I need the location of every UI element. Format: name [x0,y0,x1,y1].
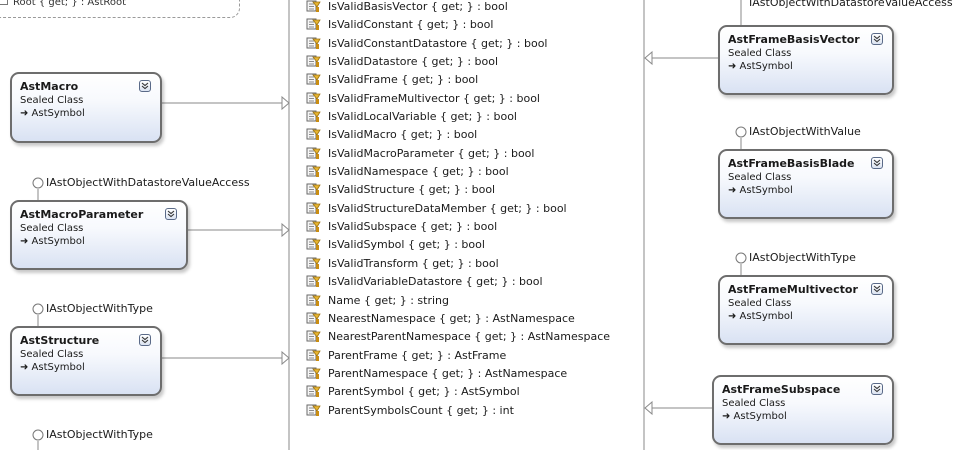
property-icon [306,404,322,424]
cut-off-member-box: Root { get; } : AstRoot [0,0,240,18]
interface-name: IAstObjectWithValue [749,125,861,138]
collapse-toggle-icon[interactable] [871,283,883,295]
member-text: ParentSymbolsCount { get; } : int [328,403,514,417]
member-row[interactable]: IsValidVariableDatastore { get; } : bool [306,273,636,291]
member-text: IsValidFrame { get; } : bool [328,73,479,87]
class-base: ➜ AstSymbol [20,236,85,247]
member-text: IsValidMacro { get; } : bool [328,128,478,142]
collapse-toggle-icon[interactable] [165,208,177,220]
member-text: IsValidLocalVariable { get; } : bool [328,110,517,124]
collapse-toggle-icon[interactable] [871,157,883,169]
member-text: IsValidStructure { get; } : bool [328,183,496,197]
member-text: IsValidFrameMultivector { get; } : bool [328,91,540,105]
member-row[interactable]: ParentSymbol { get; } : AstSymbol [306,383,636,401]
interface-name: IAstObjectWithType [46,302,153,315]
class-ast-frame-basis-vector[interactable]: AstFrameBasisVector Sealed Class ➜ AstSy… [718,25,894,95]
member-list: IsValidBasisVector { get; } : bool IsVali… [306,0,636,420]
member-row[interactable]: IsValidBasisVector { get; } : bool [306,0,636,16]
class-ast-frame-subspace[interactable]: AstFrameSubspace Sealed Class ➜ AstSymbo… [712,375,894,445]
class-name: AstStructure [20,334,100,347]
class-name: AstFrameBasisBlade [728,157,855,170]
collapse-toggle-icon[interactable] [139,80,151,92]
member-row[interactable]: IsValidTransform { get; } : bool [306,255,636,273]
interface-icon [735,126,747,138]
interface-name: IAstObjectWithType [749,251,856,264]
member-text: IsValidConstantDatastore { get; } : bool [328,36,548,50]
class-name: AstFrameMultivector [728,283,858,296]
member-row[interactable]: IsValidSubspace { get; } : bool [306,218,636,236]
class-kind: Sealed Class [20,95,84,106]
member-row[interactable]: ParentFrame { get; } : AstFrame [306,347,636,365]
interface-icon [32,177,44,189]
member-text: IsValidSubspace { get; } : bool [328,220,498,234]
interface-name: IAstObjectWithDatastoreValueAccess [46,176,250,189]
interface-icon [735,252,747,264]
class-name: AstFrameBasisVector [728,33,860,46]
class-name: AstMacro [20,80,79,93]
member-text: NearestParentNamespace { get; } : AstNam… [328,330,611,344]
member-row[interactable]: IsValidStructureDataMember { get; } : bo… [306,200,636,218]
member-row[interactable]: IsValidMacro { get; } : bool [306,126,636,144]
member-row[interactable]: IsValidFrameMultivector { get; } : bool [306,90,636,108]
member-text: Name { get; } : string [328,293,449,307]
class-base: ➜ AstSymbol [728,61,793,72]
class-base: ➜ AstSymbol [728,185,793,196]
collapse-toggle-icon[interactable] [871,33,883,45]
member-row[interactable]: ParentSymbolsCount { get; } : int [306,402,636,420]
member-row[interactable]: Name { get; } : string [306,292,636,310]
member-text: NearestNamespace { get; } : AstNamespace [328,311,575,325]
member-row[interactable]: IsValidConstantDatastore { get; } : bool [306,35,636,53]
class-name: AstMacroParameter [20,208,144,221]
interface-name: IAstObjectWithType [46,428,153,441]
class-ast-structure[interactable]: AstStructure Sealed Class ➜ AstSymbol [10,326,162,396]
member-text: IsValidBasisVector { get; } : bool [328,0,508,13]
member-text: ParentNamespace { get; } : AstNamespace [328,366,568,380]
member-text: ParentFrame { get; } : AstFrame [328,348,507,362]
class-kind: Sealed Class [728,298,792,309]
class-ast-macro[interactable]: AstMacro Sealed Class ➜ AstSymbol [10,72,162,143]
member-row[interactable]: IsValidDatastore { get; } : bool [306,53,636,71]
member-text: IsValidSymbol { get; } : bool [328,238,485,252]
class-ast-macro-parameter[interactable]: AstMacroParameter Sealed Class ➜ AstSymb… [10,200,188,270]
member-row[interactable]: IsValidNamespace { get; } : bool [306,163,636,181]
interface-icon [32,429,44,441]
member-text: IsValidStructureDataMember { get; } : bo… [328,201,567,215]
member-row[interactable]: NearestParentNamespace { get; } : AstNam… [306,328,636,346]
class-base: ➜ AstSymbol [20,108,85,119]
class-base: ➜ AstSymbol [728,311,793,322]
class-kind: Sealed Class [20,349,84,360]
member-text: IsValidDatastore { get; } : bool [328,55,499,69]
member-text: IsValidNamespace { get; } : bool [328,165,509,179]
member-row[interactable]: IsValidStructure { get; } : bool [306,181,636,199]
class-ast-frame-multivector[interactable]: AstFrameMultivector Sealed Class ➜ AstSy… [718,275,894,345]
member-row[interactable]: IsValidSymbol { get; } : bool [306,236,636,254]
class-kind: Sealed Class [20,223,84,234]
interface-icon [32,303,44,315]
cut-off-member-text: Root { get; } : AstRoot [13,0,127,8]
interface-name: IAstObjectWithDatastoreValueAccess [749,0,953,9]
member-row[interactable]: IsValidMacroParameter { get; } : bool [306,145,636,163]
member-text: IsValidVariableDatastore { get; } : bool [328,275,543,289]
class-ast-frame-basis-blade[interactable]: AstFrameBasisBlade Sealed Class ➜ AstSym… [718,149,894,219]
member-text: ParentSymbol { get; } : AstSymbol [328,385,520,399]
member-row[interactable]: IsValidLocalVariable { get; } : bool [306,108,636,126]
class-name: AstFrameSubspace [722,383,841,396]
member-text: IsValidConstant { get; } : bool [328,18,494,32]
member-row[interactable]: IsValidFrame { get; } : bool [306,71,636,89]
collapse-toggle-icon[interactable] [139,334,151,346]
method-icon [0,0,8,5]
class-base: ➜ AstSymbol [722,411,787,422]
collapse-toggle-icon[interactable] [871,383,883,395]
member-row[interactable]: NearestNamespace { get; } : AstNamespace [306,310,636,328]
member-text: IsValidTransform { get; } : bool [328,256,499,270]
member-row[interactable]: IsValidConstant { get; } : bool [306,16,636,34]
class-kind: Sealed Class [728,48,792,59]
class-kind: Sealed Class [728,172,792,183]
class-base: ➜ AstSymbol [20,362,85,373]
member-row[interactable]: ParentNamespace { get; } : AstNamespace [306,365,636,383]
member-text: IsValidMacroParameter { get; } : bool [328,146,535,160]
class-kind: Sealed Class [722,398,786,409]
